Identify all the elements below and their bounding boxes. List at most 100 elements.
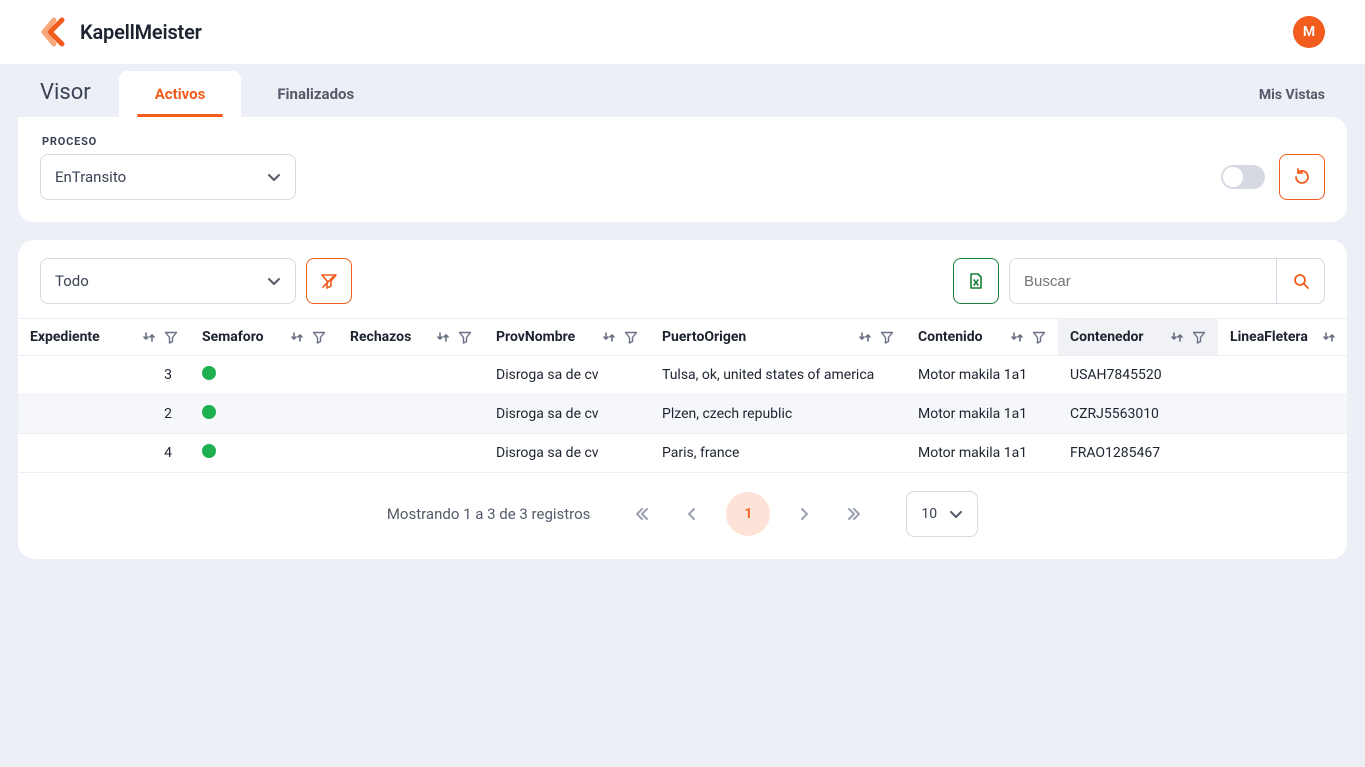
data-table: Expediente Semaforo Rechazos ProvNombre Puer… xyxy=(18,318,1347,473)
cell-contenido: Motor makila 1a1 xyxy=(906,395,1058,434)
column-header-provnombre[interactable]: ProvNombre xyxy=(484,319,650,356)
column-label: Rechazos xyxy=(350,329,411,345)
cell-value: Tulsa, ok, united states of america xyxy=(662,367,874,383)
sort-icon[interactable] xyxy=(1322,330,1336,344)
pager-last-button[interactable] xyxy=(838,498,870,530)
mis-vistas-link[interactable]: Mis Vistas xyxy=(1259,87,1325,117)
search-input[interactable] xyxy=(1010,259,1276,303)
avatar[interactable]: M xyxy=(1293,16,1325,48)
table-row[interactable]: 3 Disroga sa de cv Tulsa, ok, united state… xyxy=(18,356,1347,395)
column-header-contenido[interactable]: Contenido xyxy=(906,319,1058,356)
cell-contenido: Motor makila 1a1 xyxy=(906,356,1058,395)
tab-label: Activos xyxy=(155,85,206,103)
pager-page-current[interactable]: 1 xyxy=(726,492,770,536)
column-header-puertoorigen[interactable]: PuertoOrigen xyxy=(650,319,906,356)
search-icon xyxy=(1292,272,1310,290)
cell-puertoorigen: Paris, france xyxy=(650,434,906,473)
pager-prev-button[interactable] xyxy=(676,498,708,530)
chevron-down-icon xyxy=(949,507,963,521)
cell-value: Disroga sa de cv xyxy=(496,445,599,461)
chevrons-left-icon xyxy=(634,506,650,522)
column-header-rechazos[interactable]: Rechazos xyxy=(338,319,484,356)
tab-activos[interactable]: Activos xyxy=(119,71,242,117)
filter-icon[interactable] xyxy=(312,330,326,344)
cell-semaforo xyxy=(190,395,338,434)
table-body: 3 Disroga sa de cv Tulsa, ok, united state… xyxy=(18,356,1347,473)
sort-icon[interactable] xyxy=(436,330,450,344)
view-toggle[interactable] xyxy=(1221,165,1265,189)
column-label: Contenido xyxy=(918,329,983,345)
pager-first-button[interactable] xyxy=(626,498,658,530)
cell-value: 4 xyxy=(164,445,172,461)
cell-semaforo xyxy=(190,356,338,395)
status-dot-icon xyxy=(202,405,216,419)
tabs-left: Visor Activos Finalizados xyxy=(40,71,390,117)
chevron-left-icon xyxy=(684,506,700,522)
scope-select[interactable]: Todo xyxy=(40,258,296,304)
cell-provnombre: Disroga sa de cv xyxy=(484,434,650,473)
chevron-down-icon xyxy=(267,274,281,288)
chevron-right-icon xyxy=(796,506,812,522)
sort-icon[interactable] xyxy=(1010,330,1024,344)
status-dot-icon xyxy=(202,444,216,458)
cell-contenido: Motor makila 1a1 xyxy=(906,434,1058,473)
cell-value: Motor makila 1a1 xyxy=(918,367,1027,383)
pager-next-button[interactable] xyxy=(788,498,820,530)
file-excel-icon xyxy=(967,272,985,290)
pager-info: Mostrando 1 a 3 de 3 registros xyxy=(387,505,591,523)
filter-icon[interactable] xyxy=(1032,330,1046,344)
cell-value: Disroga sa de cv xyxy=(496,406,599,422)
cell-rechazos xyxy=(338,434,484,473)
refresh-button[interactable] xyxy=(1279,154,1325,200)
sort-icon[interactable] xyxy=(1170,330,1184,344)
column-label: Contenedor xyxy=(1070,329,1144,345)
process-select[interactable]: EnTransito xyxy=(40,154,296,200)
column-header-contenedor[interactable]: Contenedor xyxy=(1058,319,1218,356)
view-title: Visor xyxy=(40,80,107,117)
cell-rechazos xyxy=(338,395,484,434)
column-header-semaforo[interactable]: Semaforo xyxy=(190,319,338,356)
sort-icon[interactable] xyxy=(290,330,304,344)
filter-icon[interactable] xyxy=(458,330,472,344)
cell-value: FRAO1285467 xyxy=(1070,445,1160,461)
funnel-clear-icon xyxy=(320,272,338,290)
tab-finalizados[interactable]: Finalizados xyxy=(241,71,390,117)
cell-puertoorigen: Plzen, czech republic xyxy=(650,395,906,434)
status-dot-icon xyxy=(202,366,216,380)
column-header-expediente[interactable]: Expediente xyxy=(18,319,190,356)
page-size-select[interactable]: 10 xyxy=(906,491,978,537)
cell-value: Disroga sa de cv xyxy=(496,367,599,383)
cell-value: Motor makila 1a1 xyxy=(918,445,1027,461)
sort-icon[interactable] xyxy=(858,330,872,344)
column-label: Expediente xyxy=(30,329,100,345)
export-excel-button[interactable] xyxy=(953,258,999,304)
cell-contenedor: USAH7845520 xyxy=(1058,356,1218,395)
clear-filters-button[interactable] xyxy=(306,258,352,304)
sort-icon[interactable] xyxy=(142,330,156,344)
filter-icon[interactable] xyxy=(1192,330,1206,344)
chevrons-right-icon xyxy=(846,506,862,522)
cell-expediente: 3 xyxy=(18,356,190,395)
avatar-initial: M xyxy=(1303,24,1315,40)
column-label: Semaforo xyxy=(202,329,264,345)
cell-value: 3 xyxy=(164,367,172,383)
cell-value: Plzen, czech republic xyxy=(662,406,792,422)
cell-provnombre: Disroga sa de cv xyxy=(484,356,650,395)
filter-icon[interactable] xyxy=(880,330,894,344)
page-size-value: 10 xyxy=(921,506,937,522)
cell-contenedor: FRAO1285467 xyxy=(1058,434,1218,473)
sort-icon[interactable] xyxy=(602,330,616,344)
pager: Mostrando 1 a 3 de 3 registros 1 10 xyxy=(18,473,1347,537)
cell-value: CZRJ5563010 xyxy=(1070,406,1159,422)
column-header-lineafletera[interactable]: LineaFletera xyxy=(1218,319,1347,356)
table-row[interactable]: 2Disroga sa de cvPlzen, czech republicMo… xyxy=(18,395,1347,434)
table-row[interactable]: 4 Disroga sa de cv Paris, france Motor maki… xyxy=(18,434,1347,473)
topbar: KapellMeister M xyxy=(0,0,1365,64)
filter-icon[interactable] xyxy=(164,330,178,344)
filter-icon[interactable] xyxy=(624,330,638,344)
cell-value: Paris, france xyxy=(662,445,739,461)
column-label: PuertoOrigen xyxy=(662,329,746,345)
search-button[interactable] xyxy=(1276,259,1324,303)
cell-expediente: 4 xyxy=(18,434,190,473)
chevron-down-icon xyxy=(267,170,281,184)
